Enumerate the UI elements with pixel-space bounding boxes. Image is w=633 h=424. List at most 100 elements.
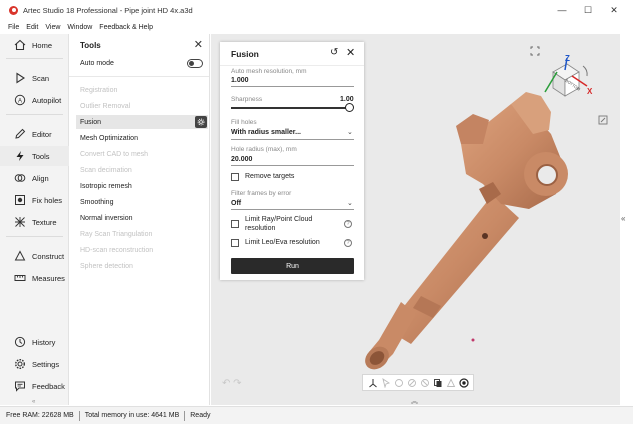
minimize-button[interactable]: — — [549, 5, 575, 15]
nav-fix-holes[interactable]: Fix holes — [0, 190, 69, 210]
hole-radius-input[interactable]: 20.000 — [231, 156, 252, 163]
tool-smoothing[interactable]: Smoothing — [76, 195, 208, 209]
brush-icon[interactable] — [407, 378, 417, 388]
menu-file[interactable]: File — [8, 24, 19, 31]
pencil-icon — [13, 127, 27, 141]
menu-window[interactable]: Window — [67, 24, 92, 31]
tool-normal-inversion[interactable]: Normal inversion — [76, 211, 208, 225]
maximize-button[interactable]: ☐ — [575, 5, 601, 16]
tools-title: Tools — [80, 41, 101, 50]
status-bar: Free RAM: 22628 MB Total memory in use: … — [0, 406, 633, 424]
fix-holes-icon — [13, 193, 27, 207]
sharpness-slider-thumb[interactable] — [345, 103, 354, 112]
reset-icon[interactable]: ↺ — [330, 47, 338, 58]
nav-editor[interactable]: Editor — [0, 124, 69, 144]
nav-label-feedback: Feedback — [32, 381, 65, 391]
tool-registration: Registration — [80, 86, 118, 94]
tool-hd-reconstruction: HD-scan reconstruction — [80, 246, 154, 254]
view-toolbar — [362, 374, 474, 391]
filter-frames-underline — [231, 209, 354, 210]
expand-up-button[interactable]: ︽ — [411, 396, 418, 406]
limit-leo-label: Limit Leo/Eva resolution — [245, 239, 320, 246]
nav-label-editor: Editor — [32, 129, 52, 139]
status-divider — [78, 410, 80, 421]
nav-divider — [6, 236, 63, 237]
nav-settings[interactable]: Settings — [0, 354, 69, 374]
artec-app-icon — [9, 5, 18, 15]
nav-history[interactable]: History — [0, 332, 69, 352]
remove-targets-checkbox[interactable] — [231, 173, 239, 181]
help-icon[interactable]: ? — [344, 220, 352, 228]
nav-label-measures: Measures — [32, 273, 65, 283]
nav-label-align: Align — [32, 173, 49, 183]
filter-frames-select[interactable]: Off — [231, 200, 241, 207]
close-icon[interactable]: ✕ — [346, 46, 355, 59]
tool-isotropic-remesh[interactable]: Isotropic remesh — [76, 179, 208, 193]
auto-mode-toggle[interactable] — [187, 59, 203, 68]
texture-icon — [13, 215, 27, 229]
undo-redo-group: ↶ ↷ — [222, 378, 242, 389]
axis-icon[interactable] — [368, 378, 378, 388]
tool-mesh-optimization[interactable]: Mesh Optimization — [76, 131, 208, 145]
nav-scan[interactable]: Scan — [0, 68, 69, 88]
tool-scan-decimation: Scan decimation — [80, 166, 132, 174]
rotate-view-icon[interactable] — [582, 65, 588, 77]
help-icon[interactable]: ? — [344, 239, 352, 247]
undo-icon[interactable]: ↶ — [222, 378, 230, 389]
window-controls: — ☐ ✕ — [549, 0, 627, 20]
nav-autopilot[interactable]: A Autopilot — [0, 90, 69, 110]
tool-settings-icon[interactable] — [195, 116, 207, 128]
feedback-icon — [13, 379, 27, 393]
limit-ray-checkbox[interactable] — [231, 220, 239, 228]
render-mode-icon[interactable] — [458, 377, 469, 388]
select-icon[interactable] — [381, 377, 391, 388]
nav-label-home: Home — [32, 40, 53, 50]
close-icon[interactable]: ✕ — [194, 38, 203, 51]
tool-convert-cad: Convert CAD to mesh — [80, 150, 149, 158]
auto-mode-label: Auto mode — [80, 60, 114, 67]
nav-texture[interactable]: Texture — [0, 212, 69, 232]
right-panel-collapse-button[interactable]: « — [621, 214, 625, 223]
chevron-down-icon[interactable]: ⌄ — [347, 128, 353, 136]
menu-edit[interactable]: Edit — [26, 24, 38, 31]
fusion-settings-panel: Fusion ↺ ✕ Auto mesh resolution, mm 1.00… — [220, 42, 364, 280]
lasso-icon[interactable] — [394, 378, 404, 388]
nav-align[interactable]: Align — [0, 168, 69, 188]
nav-construct[interactable]: Construct — [0, 246, 69, 266]
sharpness-slider-track[interactable] — [231, 107, 350, 109]
chevron-down-icon[interactable]: ⌄ — [347, 199, 353, 207]
fill-holes-label: Fill holes — [231, 119, 257, 126]
orientation-cube[interactable]: BOTTOM Z X — [527, 52, 597, 102]
remove-targets-label: Remove targets — [245, 173, 295, 180]
nav-measures[interactable]: Measures — [0, 268, 69, 288]
window-title: Artec Studio 18 Professional - Pipe join… — [23, 5, 193, 15]
free-ram-status: Free RAM: 22628 MB — [6, 412, 74, 419]
tool-sphere-detection: Sphere detection — [80, 262, 133, 270]
lighting-icon[interactable] — [598, 115, 608, 125]
eraser-icon[interactable] — [420, 378, 430, 388]
redo-icon[interactable]: ↷ — [233, 378, 241, 389]
menu-view[interactable]: View — [45, 24, 60, 31]
x-axis-label: X — [587, 87, 593, 96]
nav-home[interactable]: Home — [0, 35, 69, 55]
fit-view-icon[interactable] — [530, 46, 540, 56]
shape-icon[interactable] — [446, 377, 456, 388]
limit-leo-checkbox[interactable] — [231, 239, 239, 247]
copy-icon[interactable] — [433, 378, 443, 388]
nav-tools[interactable]: Tools — [0, 146, 69, 166]
nav-collapse-button[interactable]: « — [32, 399, 35, 405]
measures-icon — [13, 271, 27, 285]
menu-feedback-help[interactable]: Feedback & Help — [99, 24, 153, 31]
close-window-button[interactable]: ✕ — [601, 5, 627, 16]
max-resolution-input[interactable]: 1.000 — [231, 77, 249, 84]
history-icon — [13, 335, 27, 349]
menu-bar: File Edit View Window Feedback & Help — [0, 21, 160, 33]
align-icon — [13, 171, 27, 185]
fill-holes-select[interactable]: With radius smaller... — [231, 129, 301, 136]
memory-usage-status: Total memory in use: 4641 MB — [84, 412, 180, 419]
nav-feedback[interactable]: Feedback — [0, 376, 69, 396]
run-button[interactable]: Run — [231, 258, 354, 274]
fill-holes-underline — [231, 139, 354, 140]
tool-fusion[interactable]: Fusion — [76, 115, 208, 129]
nav-divider — [6, 114, 63, 115]
